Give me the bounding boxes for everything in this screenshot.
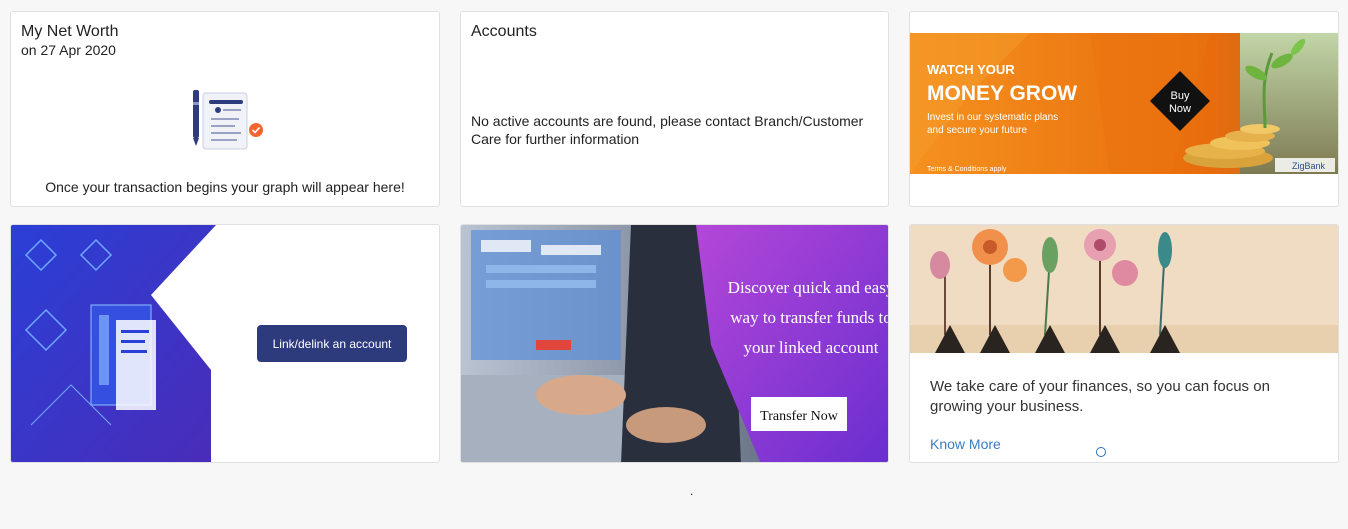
net-worth-empty-message: Once your transaction begins your graph … xyxy=(45,179,405,195)
transfer-banner-card[interactable]: Discover quick and easy way to transfer … xyxy=(460,224,889,463)
transfer-headline-1: Discover quick and easy xyxy=(728,278,889,297)
buy-now-label-2[interactable]: Now xyxy=(1169,103,1191,115)
transfer-banner-image[interactable]: Discover quick and easy way to transfer … xyxy=(461,225,889,463)
invest-line3: Invest in our systematic plans xyxy=(927,112,1058,123)
document-pen-icon xyxy=(193,90,263,150)
footer-marker: . xyxy=(690,484,694,498)
accounts-title: Accounts xyxy=(471,23,537,40)
invest-line4: and secure your future xyxy=(927,125,1027,136)
flowers-illustration xyxy=(910,225,1338,353)
invest-line2: MONEY GROW xyxy=(927,82,1077,105)
link-account-card: Link/delink an account xyxy=(10,224,440,463)
accounts-message: No active accounts are found, please con… xyxy=(471,113,864,147)
brand-logo: ZigBank xyxy=(1292,161,1326,171)
transfer-now-label[interactable]: Transfer Now xyxy=(760,409,839,424)
care-text: We take care of your finances, so you ca… xyxy=(930,378,1270,415)
transfer-headline-2: way to transfer funds to xyxy=(730,308,889,327)
net-worth-date: on 27 Apr 2020 xyxy=(21,42,116,58)
link-delink-account-button[interactable]: Link/delink an account xyxy=(257,325,407,362)
network-illustration xyxy=(11,225,216,462)
accounts-card: Accounts No active accounts are found, p… xyxy=(460,11,889,207)
buy-now-label-1[interactable]: Buy xyxy=(1171,90,1190,102)
net-worth-title: My Net Worth xyxy=(21,23,119,40)
care-card: We take care of your finances, so you ca… xyxy=(909,224,1339,463)
invest-line1: WATCH YOUR xyxy=(927,62,1015,77)
invest-terms: Terms & Conditions apply xyxy=(927,166,1007,173)
invest-banner-image[interactable]: WATCH YOUR MONEY GROW Invest in our syst… xyxy=(910,33,1339,174)
carousel-dot[interactable] xyxy=(1096,447,1106,457)
invest-banner-card[interactable]: WATCH YOUR MONEY GROW Invest in our syst… xyxy=(909,11,1339,207)
know-more-link[interactable]: Know More xyxy=(930,436,1001,452)
net-worth-card: My Net Worth on 27 Apr 2020 Once your tr… xyxy=(10,11,440,207)
transfer-headline-3: your linked account xyxy=(743,338,878,357)
